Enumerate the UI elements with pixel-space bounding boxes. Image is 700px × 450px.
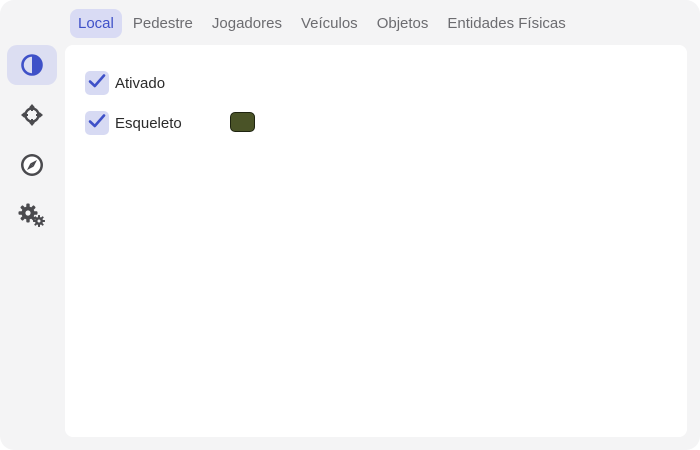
content-panel: Ativado Esqueleto [65, 45, 687, 437]
gears-icon [18, 202, 46, 228]
app-window: Local Pedestre Jogadores Veículos Objeto… [0, 0, 700, 450]
tab-objects[interactable]: Objetos [369, 9, 437, 38]
sidebar-item-aim[interactable] [7, 95, 57, 135]
tab-bar: Local Pedestre Jogadores Veículos Objeto… [70, 8, 577, 38]
contrast-icon [20, 53, 44, 77]
tab-players[interactable]: Jogadores [204, 9, 290, 38]
compass-icon [20, 153, 44, 177]
tab-pedestrian[interactable]: Pedestre [125, 9, 201, 38]
enabled-checkbox[interactable] [85, 71, 109, 95]
sidebar-item-navigation[interactable] [7, 145, 57, 185]
sidebar-item-visuals[interactable] [7, 45, 57, 85]
skeleton-label: Esqueleto [115, 114, 182, 132]
tab-physical-entities[interactable]: Entidades Físicas [439, 9, 573, 38]
sidebar-item-settings[interactable] [7, 195, 57, 235]
enabled-label: Ativado [115, 74, 166, 92]
tab-local[interactable]: Local [70, 8, 122, 38]
skeleton-checkbox[interactable] [85, 111, 109, 135]
skeleton-color-picker[interactable] [230, 112, 255, 132]
option-skeleton: Esqueleto [85, 110, 182, 136]
option-enabled: Ativado [85, 70, 165, 96]
crosshair-icon [20, 103, 44, 127]
sidebar [0, 0, 64, 450]
checkmark-icon [88, 113, 106, 134]
tab-vehicles[interactable]: Veículos [293, 9, 366, 38]
checkmark-icon [88, 73, 106, 94]
